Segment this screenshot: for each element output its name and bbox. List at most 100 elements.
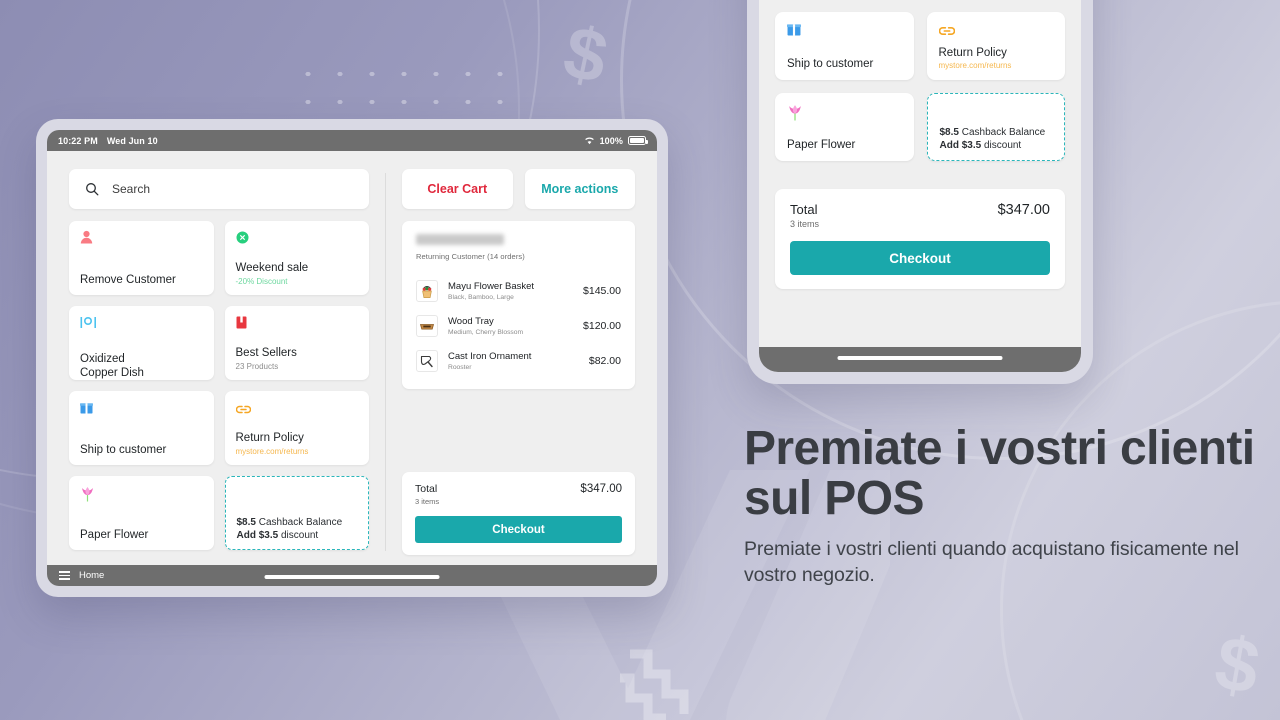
tile-sublabel: -20% Discount bbox=[235, 277, 288, 286]
tile-cashback-balance[interactable]: $8.5 Cashback Balance Add $3.5 discount bbox=[224, 476, 369, 550]
phone-tile-cashback-balance[interactable]: $8.5 Cashback Balance Add $3.5 discount bbox=[926, 93, 1065, 161]
phone-tile-ship-to-customer[interactable]: Ship to customer bbox=[775, 12, 914, 80]
cutlery-icon bbox=[80, 315, 203, 335]
tile-label: Oxidized Copper Dish bbox=[80, 353, 144, 379]
customer-name-redacted bbox=[416, 234, 504, 245]
total-items-count: 3 items bbox=[415, 497, 440, 506]
phone-total-amount: $347.00 bbox=[997, 202, 1050, 218]
tablet-device: 10:22 PM Wed Jun 10 100% Search Remove C… bbox=[36, 119, 668, 597]
phone-tile-label: Ship to customer bbox=[787, 58, 874, 70]
tile-pane: Search Remove Customer Weekend sale -20%… bbox=[47, 151, 385, 565]
phone-tile-label: Return Policy bbox=[938, 47, 1007, 59]
dollar-glyph-bottom: $ bbox=[1209, 619, 1266, 712]
status-date: Wed Jun 10 bbox=[106, 135, 158, 146]
line-item-name: Mayu Flower Basket bbox=[448, 281, 535, 292]
page-title: Premiate i vostri clienti sul POS bbox=[744, 422, 1255, 526]
phone-total-label: Total bbox=[790, 202, 818, 217]
phone-cashback-action-line: Add $3.5 discount bbox=[940, 139, 1053, 160]
cart-action-buttons: Clear Cart More actions bbox=[402, 169, 635, 209]
tile-return-policy[interactable]: Return Policy mystore.com/returns bbox=[224, 391, 369, 465]
search-input[interactable]: Search bbox=[69, 169, 369, 209]
flower-basket-icon bbox=[416, 280, 438, 302]
clear-cart-button[interactable]: Clear Cart bbox=[402, 169, 513, 209]
dollar-glyph-top: $ bbox=[556, 9, 615, 100]
cast-iron-ornament-icon bbox=[416, 350, 438, 372]
tile-sublabel: mystore.com/returns bbox=[235, 447, 309, 456]
tablet-home-bar: Home bbox=[47, 565, 657, 586]
line-item[interactable]: Wood Tray Medium, Cherry Blossom $120.00 bbox=[416, 309, 621, 344]
phone-home-bar bbox=[759, 347, 1081, 372]
tile-oxidized-copper-dish[interactable]: Oxidized Copper Dish bbox=[69, 306, 214, 380]
tablet-app-body: Search Remove Customer Weekend sale -20%… bbox=[47, 151, 657, 565]
more-actions-button[interactable]: More actions bbox=[524, 169, 635, 209]
tile-label: Weekend sale bbox=[235, 261, 309, 274]
tile-remove-customer[interactable]: Remove Customer bbox=[69, 221, 214, 295]
page-subtitle: Premiate i vostri clienti quando acquist… bbox=[744, 537, 1239, 586]
cashback-action-line: Add $3.5 discount bbox=[237, 529, 358, 549]
line-item-name: Cast Iron Ornament bbox=[448, 351, 532, 362]
tile-label: Paper Flower bbox=[80, 528, 149, 541]
battery-icon bbox=[628, 136, 648, 145]
tile-weekend-sale[interactable]: Weekend sale -20% Discount bbox=[224, 221, 369, 295]
tile-best-sellers[interactable]: Best Sellers 23 Products bbox=[224, 306, 369, 380]
cart-card: Returning Customer (14 orders) Mayu Flow… bbox=[402, 221, 635, 389]
phone-tile-return-policy[interactable]: Return Policy mystore.com/returns bbox=[926, 12, 1065, 80]
gift-icon bbox=[787, 22, 902, 42]
discount-badge-icon bbox=[236, 230, 359, 250]
phone-totals-card: Total 3 items $347.00 Checkout bbox=[775, 189, 1065, 289]
action-tile-grid: Remove Customer Weekend sale -20% Discou… bbox=[69, 221, 369, 550]
phone-cashback-balance-amount: $8.5 bbox=[939, 127, 959, 138]
tile-label: Best Sellers bbox=[235, 346, 297, 359]
phone-cashback-action-amount: Add $3.5 bbox=[939, 140, 982, 151]
phone-tile-sublabel: mystore.com/returns bbox=[938, 61, 1012, 70]
totals-card: Total 3 items $347.00 Checkout bbox=[402, 472, 635, 555]
tablet-status-bar: 10:22 PM Wed Jun 10 100% bbox=[47, 130, 657, 151]
line-item-variant: Black, Bamboo, Large bbox=[448, 294, 514, 301]
hamburger-icon[interactable] bbox=[59, 571, 70, 580]
cashback-gift-icon bbox=[237, 486, 358, 506]
line-item[interactable]: Cast Iron Ornament Rooster $82.00 bbox=[416, 344, 621, 379]
cashback-action-amount: Add $3.5 bbox=[236, 530, 279, 541]
search-icon bbox=[86, 183, 99, 196]
phone-device: Ship to customer Return Policy mystore.c… bbox=[747, 0, 1093, 384]
total-label: Total bbox=[415, 483, 438, 495]
checkout-button[interactable]: Checkout bbox=[415, 516, 622, 543]
tile-sublabel: 23 Products bbox=[235, 362, 279, 371]
status-battery-percent: 100% bbox=[599, 135, 623, 146]
tile-label: Remove Customer bbox=[80, 273, 176, 286]
phone-tile-paper-flower[interactable]: Paper Flower bbox=[775, 93, 914, 161]
cart-line-items: Mayu Flower Basket Black, Bamboo, Large … bbox=[416, 274, 621, 379]
gift-icon bbox=[80, 400, 203, 420]
home-indicator[interactable] bbox=[264, 575, 440, 579]
phone-checkout-button[interactable]: Checkout bbox=[790, 241, 1050, 275]
home-label: Home bbox=[79, 570, 105, 581]
tablet-screen: 10:22 PM Wed Jun 10 100% Search Remove C… bbox=[47, 130, 657, 586]
tile-paper-flower[interactable]: Paper Flower bbox=[69, 476, 214, 550]
line-item[interactable]: Mayu Flower Basket Black, Bamboo, Large … bbox=[416, 274, 621, 309]
marketing-copy: Premiate i vostri clienti sul POS Premia… bbox=[744, 422, 1264, 588]
phone-cashback-balance-line: $8.5 Cashback Balance bbox=[940, 126, 1053, 139]
book-icon bbox=[236, 315, 359, 335]
promo-stage: $ $ 10:22 PM Wed Jun 10 100% Search Remo… bbox=[0, 0, 1280, 720]
total-amount: $347.00 bbox=[580, 483, 622, 495]
cashback-balance-amount: $8.5 bbox=[236, 517, 256, 528]
background-zigzag bbox=[620, 649, 689, 720]
search-placeholder: Search bbox=[112, 182, 151, 196]
customer-subtitle: Returning Customer (14 orders) bbox=[416, 252, 525, 261]
line-item-variant: Medium, Cherry Blossom bbox=[448, 329, 524, 336]
phone-total-items-count: 3 items bbox=[790, 219, 820, 229]
phone-cashback-action-label: discount bbox=[983, 140, 1022, 151]
phone-app-body: Ship to customer Return Policy mystore.c… bbox=[759, 0, 1081, 347]
cashback-gift-icon bbox=[940, 104, 1053, 124]
line-item-name: Wood Tray bbox=[448, 316, 494, 327]
wifi-icon bbox=[584, 137, 594, 145]
tulip-icon bbox=[787, 103, 902, 123]
background-dot-grid bbox=[292, 60, 522, 120]
tile-ship-to-customer[interactable]: Ship to customer bbox=[69, 391, 214, 465]
status-time: 10:22 PM bbox=[58, 135, 98, 146]
phone-home-indicator[interactable] bbox=[837, 356, 1003, 360]
cart-pane: Clear Cart More actions Returning Custom… bbox=[386, 151, 657, 565]
cashback-balance-label: Cashback Balance bbox=[258, 517, 343, 528]
cashback-balance-line: $8.5 Cashback Balance bbox=[237, 516, 358, 529]
link-icon bbox=[235, 400, 359, 420]
